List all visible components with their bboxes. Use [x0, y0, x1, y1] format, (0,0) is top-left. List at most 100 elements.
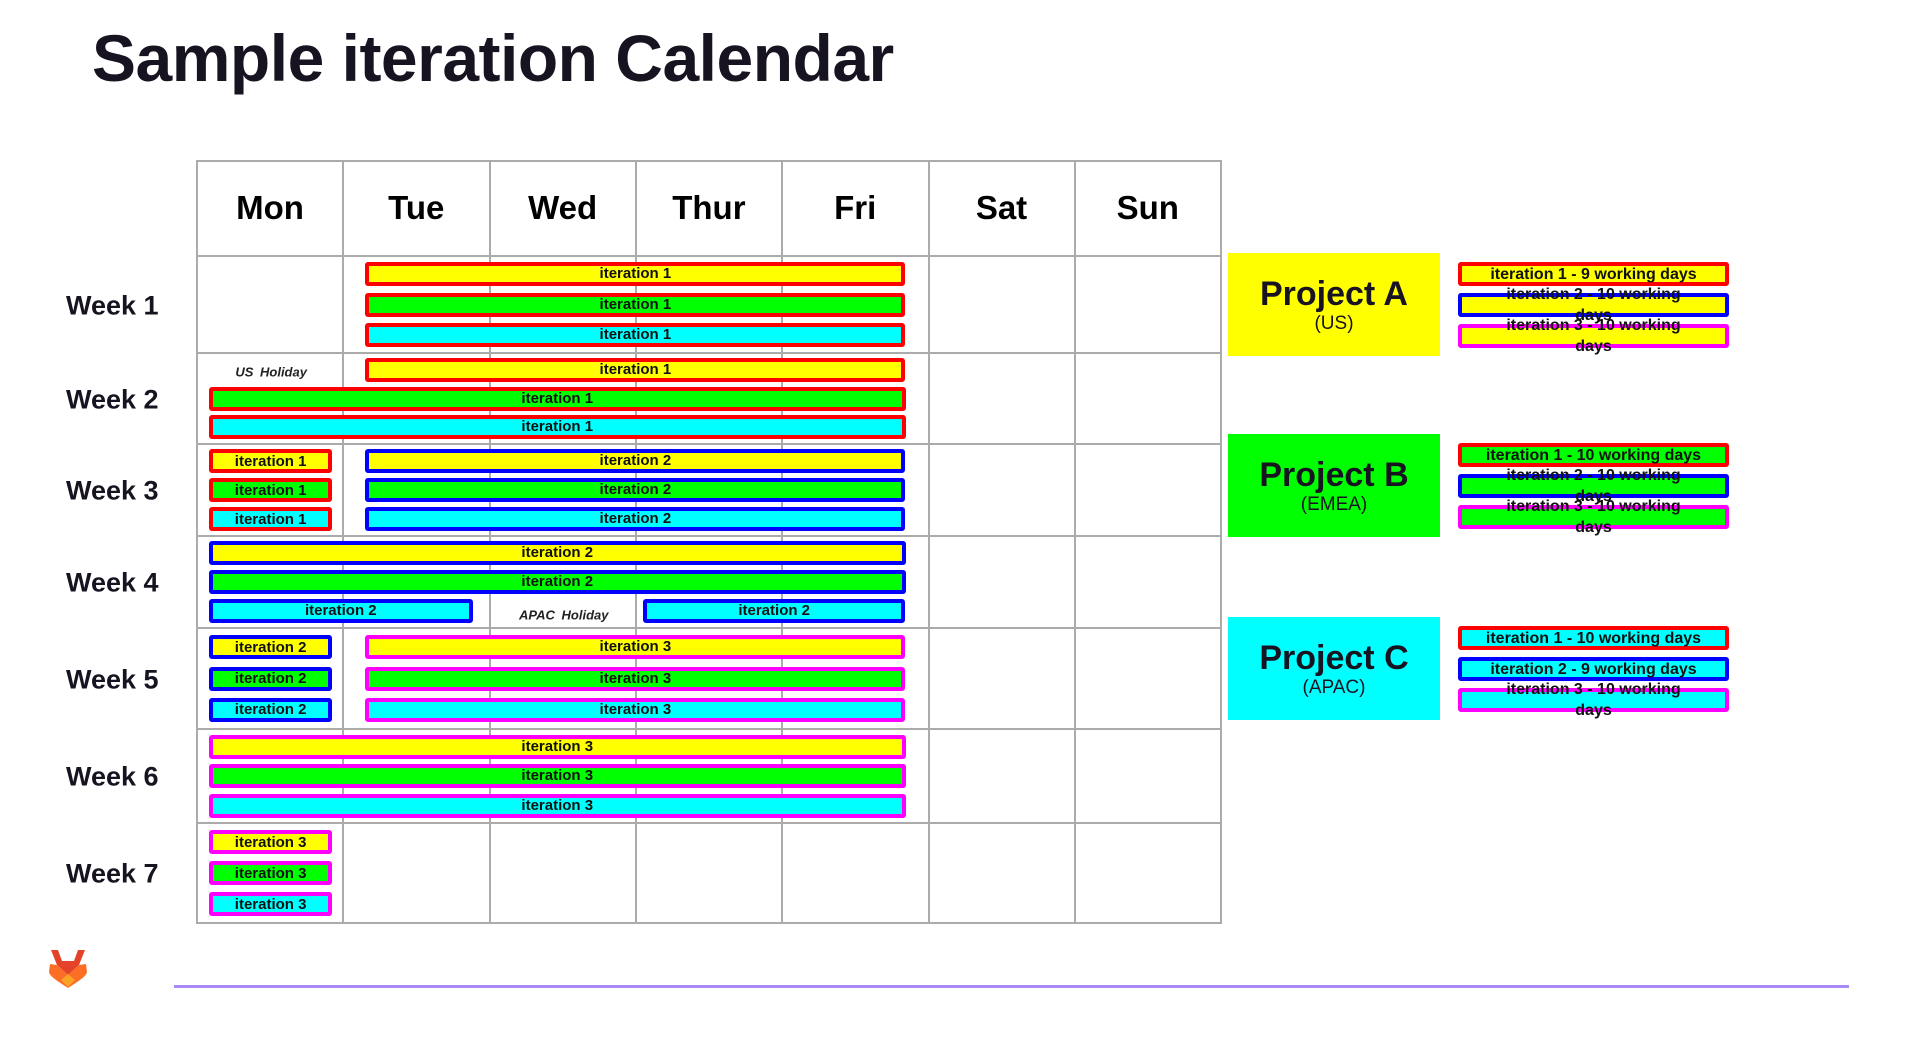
iteration-bar[interactable]: iteration 1: [365, 262, 906, 287]
gitlab-logo-icon: [49, 950, 87, 988]
iteration-bar-label: iteration 2: [521, 573, 594, 590]
iteration-bar-label: iteration 2: [599, 481, 672, 498]
legend-item-label: iteration 1 - 10 working days: [1485, 629, 1702, 647]
grid-row-line: [196, 822, 1222, 824]
iteration-bar[interactable]: iteration 2: [209, 541, 906, 565]
iteration-bar-label: iteration 2: [234, 670, 307, 687]
iteration-bar-label: iteration 1: [521, 418, 594, 436]
legend-item-iteration-1: iteration 1 - 9 working days: [1458, 262, 1729, 286]
iteration-bar-label: iteration 3: [521, 767, 594, 784]
legend-item-iteration-3: iteration 3 - 10 working days: [1458, 498, 1729, 536]
iteration-bar[interactable]: iteration 1: [365, 322, 906, 347]
iteration-bar-label: iteration 1: [521, 389, 594, 407]
iteration-bar[interactable]: iteration 3: [209, 793, 906, 818]
legend-item-label: iteration 3 - 10 working days: [1506, 681, 1681, 719]
day-header-sat: Sat: [975, 188, 1028, 226]
iteration-bar[interactable]: iteration 1: [365, 292, 906, 317]
week-label: Week 4: [66, 567, 159, 598]
week-label: Week 7: [66, 858, 159, 889]
grid-column-line: [1073, 160, 1076, 924]
iteration-bar[interactable]: iteration 2: [209, 666, 333, 691]
project-card-b: Project B (EMEA): [1228, 434, 1440, 537]
footer-divider: [174, 985, 1849, 988]
day-header-fri: Fri: [834, 188, 877, 226]
iteration-bar-label: iteration 2: [234, 638, 307, 656]
day-header-tue: Tue: [388, 188, 445, 226]
legend-item-iteration-2: iteration 2 - 10 working days: [1458, 467, 1729, 505]
iteration-bar-label: iteration 1: [599, 265, 672, 283]
iteration-bar[interactable]: iteration 3: [209, 861, 333, 885]
legend-item-iteration-1: iteration 1 - 10 working days: [1458, 443, 1729, 467]
iteration-bar[interactable]: iteration 1: [365, 357, 906, 382]
iteration-bar[interactable]: iteration 2: [209, 570, 906, 594]
project-region: (APAC): [1302, 676, 1366, 698]
grid-column-line: [1220, 160, 1223, 924]
week-label: Week 3: [66, 475, 159, 506]
iteration-bar[interactable]: iteration 1: [209, 449, 333, 473]
iteration-bar[interactable]: iteration 2: [365, 449, 906, 473]
legend-item-iteration-2: iteration 2 - 9 working days: [1458, 657, 1729, 681]
iteration-bar-label: iteration 2: [738, 602, 811, 619]
grid-row-line: [196, 535, 1222, 537]
iteration-bar[interactable]: iteration 2: [642, 599, 906, 623]
legend-item-label: iteration 1 - 9 working days: [1490, 265, 1697, 283]
page-title: Sample iteration Calendar: [92, 21, 894, 95]
day-header-mon: Mon: [236, 188, 304, 226]
grid-row-line: [196, 922, 1222, 924]
iteration-bar-label: iteration 1: [234, 510, 307, 528]
iteration-bar[interactable]: iteration 3: [209, 892, 333, 916]
iteration-bar[interactable]: iteration 3: [365, 666, 906, 691]
iteration-bar-label: iteration 3: [234, 895, 307, 913]
grid-row-line: [196, 443, 1222, 445]
iteration-bar-label: iteration 1: [599, 360, 672, 378]
iteration-bar-label: iteration 3: [234, 864, 307, 882]
iteration-bar-label: iteration 2: [599, 452, 672, 469]
iteration-bar-label: iteration 3: [599, 700, 672, 718]
iteration-bar[interactable]: iteration 3: [365, 697, 906, 722]
week-label: Week 5: [66, 664, 159, 694]
iteration-bar[interactable]: iteration 2: [209, 697, 333, 722]
project-region: (US): [1314, 312, 1354, 334]
grid-row-line: [196, 255, 1222, 257]
iteration-bar[interactable]: iteration 2: [209, 599, 473, 623]
iteration-bar-label: iteration 3: [599, 669, 672, 687]
project-name: Project A: [1259, 274, 1408, 313]
legend-item-iteration-1: iteration 1 - 10 working days: [1458, 626, 1729, 650]
project-card-c: Project C (APAC): [1228, 617, 1440, 720]
iteration-bar-label: iteration 1: [599, 295, 672, 313]
iteration-bar-label: iteration 3: [599, 638, 672, 656]
legend-item-label: iteration 2 - 9 working days: [1490, 660, 1697, 678]
week-label: Week 2: [66, 384, 159, 414]
grid-row-line: [196, 728, 1222, 730]
legend-item-label: iteration 3 - 10 working days: [1506, 317, 1681, 355]
iteration-bar[interactable]: iteration 1: [209, 386, 906, 411]
grid-column-line: [927, 160, 930, 924]
iteration-bar[interactable]: iteration 3: [365, 635, 906, 660]
iteration-bar[interactable]: iteration 2: [365, 478, 906, 502]
iteration-bar[interactable]: iteration 1: [209, 507, 333, 531]
grid-row-line: [196, 627, 1222, 629]
iteration-bar-label: iteration 2: [234, 701, 307, 719]
iteration-bar[interactable]: iteration 3: [209, 734, 906, 759]
iteration-bar[interactable]: iteration 3: [209, 830, 333, 854]
legend-item-iteration-2: iteration 2 - 10 working days: [1458, 286, 1729, 324]
iteration-bar-label: iteration 2: [304, 602, 377, 619]
iteration-bar-label: iteration 2: [521, 544, 594, 561]
iteration-bar-label: iteration 1: [234, 481, 307, 499]
iteration-bar[interactable]: iteration 1: [209, 478, 333, 502]
day-header-sun: Sun: [1116, 188, 1179, 226]
holiday-label: APAC Holiday: [519, 607, 609, 623]
legend-item-iteration-3: iteration 3 - 10 working days: [1458, 317, 1729, 355]
holiday-label: US Holiday: [235, 364, 307, 380]
iteration-bar[interactable]: iteration 2: [365, 507, 906, 531]
day-header-thur: Thur: [672, 188, 746, 226]
iteration-bar[interactable]: iteration 1: [209, 415, 906, 440]
iteration-bar-label: iteration 3: [521, 796, 594, 814]
iteration-bar-label: iteration 2: [599, 510, 672, 527]
iteration-bar[interactable]: iteration 2: [209, 635, 333, 660]
iteration-bar[interactable]: iteration 3: [209, 764, 906, 788]
grid-row-line: [196, 352, 1222, 354]
project-name: Project C: [1259, 638, 1409, 677]
iteration-bar-label: iteration 3: [521, 737, 594, 755]
iteration-bar-label: iteration 1: [599, 325, 672, 343]
